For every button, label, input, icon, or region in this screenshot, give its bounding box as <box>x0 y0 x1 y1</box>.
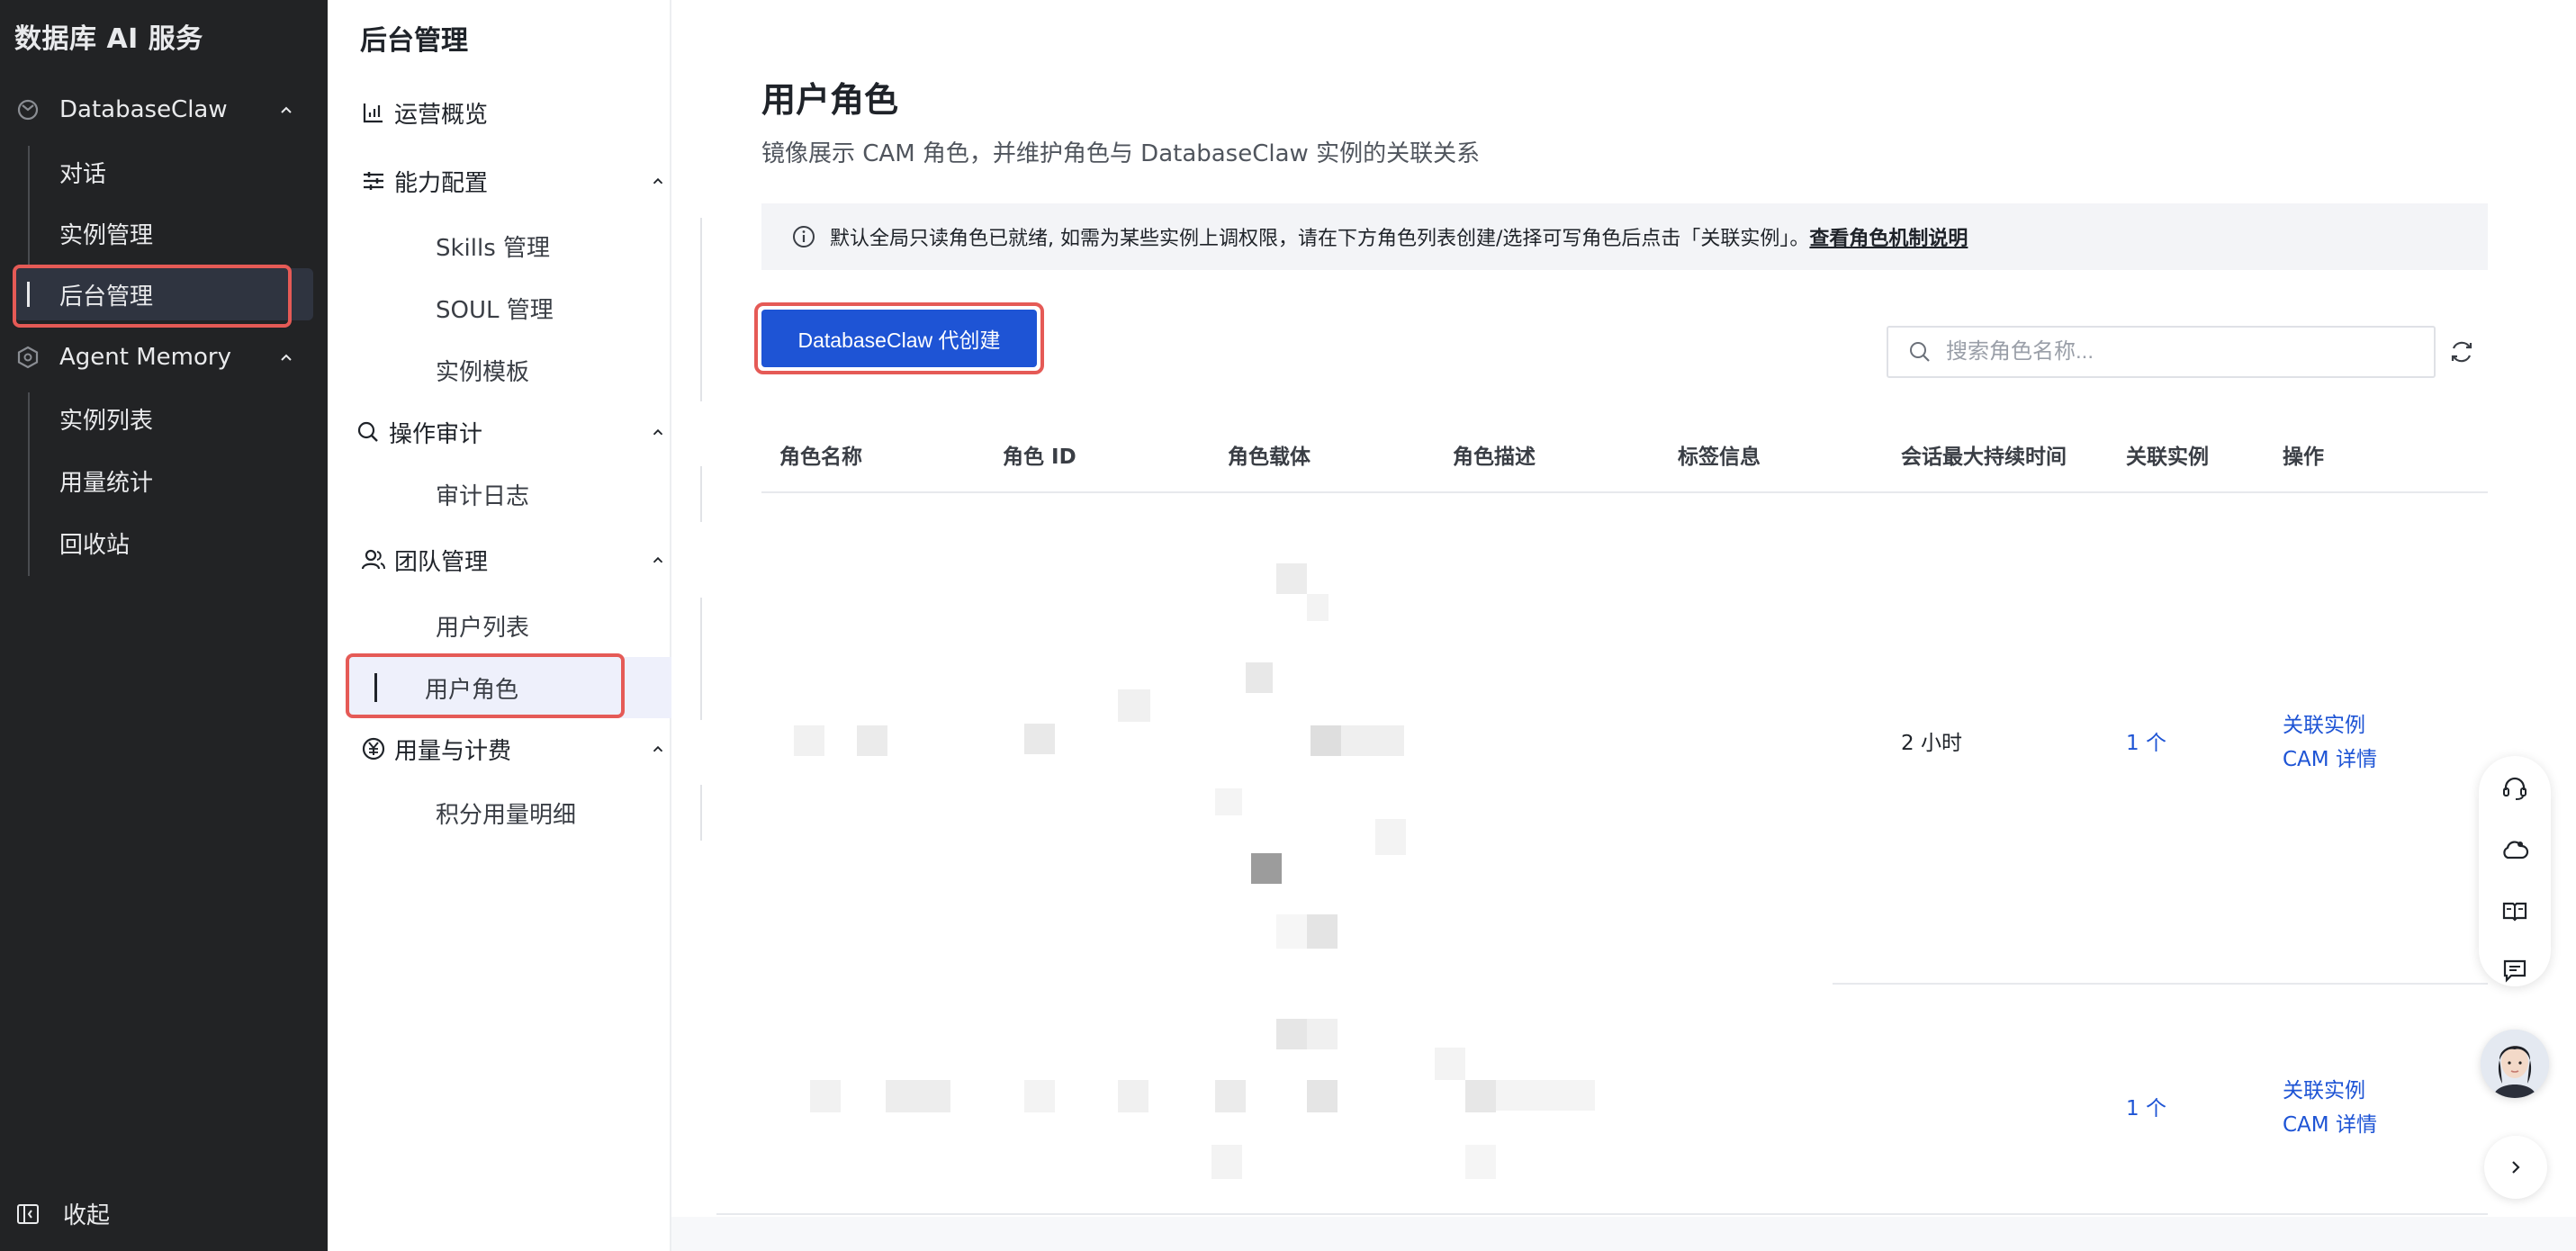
nav-item-audit-log[interactable]: 审计日志 <box>360 466 671 522</box>
sidebar-group-databaseclaw[interactable]: DatabaseClaw <box>0 84 328 136</box>
column-header: 角色 ID <box>1003 446 1076 469</box>
role-mechanism-link[interactable]: 查看角色机制说明 <box>1809 222 1968 251</box>
column-header: 角色载体 <box>1228 446 1311 469</box>
cam-details-action[interactable]: CAM 详情 <box>2283 1107 2377 1138</box>
secondary-nav-title: 后台管理 <box>360 25 468 57</box>
nav-item-label: 积分用量明细 <box>436 801 577 829</box>
horizontal-scrollbar[interactable] <box>671 1217 2576 1251</box>
column-header: 标签信息 <box>1678 446 1761 469</box>
chevron-right-icon <box>2512 1161 2520 1174</box>
sidebar-item-instance-management[interactable]: 实例管理 <box>14 207 313 259</box>
app-title: 数据库 AI 服务 <box>14 23 203 55</box>
collapse-label: 收起 <box>63 1202 111 1229</box>
cloud-icon[interactable] <box>2500 835 2529 864</box>
info-icon <box>793 226 815 248</box>
nav-group-team[interactable]: 团队管理 <box>360 536 666 584</box>
main-sidebar: 数据库 AI 服务 DatabaseClaw 对话 实例管理 后台管理 Agen… <box>0 0 328 1251</box>
sidebar-item-label: 对话 <box>59 160 107 188</box>
link-instance-action[interactable]: 关联实例 <box>2283 707 2365 738</box>
nav-group-label: 用量与计费 <box>394 737 512 765</box>
sliders-icon <box>364 172 383 190</box>
nav-group-label: 操作审计 <box>389 420 483 448</box>
nav-item-soul[interactable]: SOUL 管理 <box>360 280 671 336</box>
column-header: 关联实例 <box>2126 446 2209 469</box>
floating-toolbar <box>2479 756 2551 986</box>
chart-icon <box>363 104 383 123</box>
main-content: 用户角色 镜像展示 CAM 角色，并维护角色与 DatabaseClaw 实例的… <box>671 0 2576 1251</box>
session-duration: 2 小时 <box>1901 732 1962 755</box>
sidebar-item-label: 实例列表 <box>59 407 154 435</box>
table-header: 角色名称 角色 ID 角色载体 角色描述 标签信息 会话最大持续时间 关联实例 … <box>761 412 2488 493</box>
search-icon <box>357 421 378 442</box>
highlight-box <box>346 653 625 718</box>
row-divider <box>1833 983 2488 985</box>
sidebar-item-chat[interactable]: 对话 <box>14 146 313 198</box>
assistant-avatar[interactable] <box>2481 1030 2549 1098</box>
collapse-sidebar-button[interactable]: 收起 <box>14 1197 110 1230</box>
page-title: 用户角色 <box>761 80 899 120</box>
link-instance-action[interactable]: 关联实例 <box>2283 1073 2365 1103</box>
chevron-up-icon <box>653 177 663 184</box>
nav-item-label: 用户列表 <box>436 614 530 642</box>
page-description: 镜像展示 CAM 角色，并维护角色与 DatabaseClaw 实例的关联关系 <box>761 140 1481 167</box>
search-icon <box>1910 342 1930 362</box>
sidebar-group-label: Agent Memory <box>59 344 231 371</box>
sidebar-item-label: 回收站 <box>59 531 131 559</box>
linked-instances-link[interactable]: 1 个 <box>2126 725 2166 756</box>
sidebar-item-instance-list[interactable]: 实例列表 <box>14 392 313 445</box>
chevron-up-icon <box>653 556 663 563</box>
secondary-nav: 后台管理 运营概览 能力配置 Skills 管理 SOUL 管理 实例模板 操作… <box>328 0 702 1251</box>
database-claw-icon <box>17 99 39 121</box>
chevron-up-icon <box>281 106 292 113</box>
column-header: 角色名称 <box>779 446 862 469</box>
nav-item-skills[interactable]: Skills 管理 <box>360 218 671 274</box>
column-header: 角色描述 <box>1453 446 1536 469</box>
sidebar-group-label: DatabaseClaw <box>59 96 228 123</box>
chevron-up-icon <box>281 354 292 361</box>
yen-icon <box>362 737 385 760</box>
nav-item-user-list[interactable]: 用户列表 <box>360 598 671 653</box>
team-icon <box>361 549 385 570</box>
nav-item-overview[interactable]: 运营概览 <box>360 88 666 137</box>
row-divider <box>716 1213 2488 1215</box>
notice-text: 默认全局只读角色已就绪, 如需为某些实例上调权限，请在下方角色列表创建/选择可写… <box>830 228 1810 250</box>
chevron-up-icon <box>653 428 663 436</box>
linked-instances-link[interactable]: 1 个 <box>2126 1091 2166 1121</box>
nav-item-label: 审计日志 <box>436 482 530 510</box>
collapse-icon <box>17 1203 39 1224</box>
highlight-box <box>754 302 1044 374</box>
nav-item-instance-template[interactable]: 实例模板 <box>360 342 671 398</box>
nav-item-label: 实例模板 <box>436 358 530 386</box>
sidebar-item-label: 实例管理 <box>59 221 154 249</box>
refresh-icon[interactable] <box>2446 337 2477 367</box>
customer-service-icon[interactable] <box>2500 774 2529 803</box>
sidebar-item-recycle-bin[interactable]: 回收站 <box>14 517 313 569</box>
nav-group-billing[interactable]: 用量与计费 <box>360 724 666 773</box>
highlight-box <box>13 265 292 328</box>
cam-details-action[interactable]: CAM 详情 <box>2283 742 2377 772</box>
sidebar-group-agent-memory[interactable]: Agent Memory <box>0 331 328 383</box>
book-icon[interactable] <box>2500 896 2529 925</box>
feedback-icon[interactable] <box>2500 956 2529 985</box>
nav-item-credit-usage[interactable]: 积分用量明细 <box>360 785 671 841</box>
nav-group-capability-config[interactable]: 能力配置 <box>360 157 666 205</box>
column-header: 操作 <box>2283 446 2324 469</box>
nav-item-label: SOUL 管理 <box>436 296 554 324</box>
column-header: 会话最大持续时间 <box>1901 446 2067 469</box>
nav-group-audit[interactable]: 操作审计 <box>355 408 663 456</box>
expand-panel-button[interactable] <box>2484 1136 2547 1199</box>
sidebar-item-label: 用量统计 <box>59 469 154 497</box>
nav-label: 运营概览 <box>394 101 489 129</box>
info-notice: 默认全局只读角色已就绪, 如需为某些实例上调权限，请在下方角色列表创建/选择可写… <box>761 203 2488 270</box>
search-input[interactable] <box>1946 339 2414 364</box>
sidebar-item-usage-stats[interactable]: 用量统计 <box>14 454 313 507</box>
role-search[interactable] <box>1887 326 2436 378</box>
nav-item-label: Skills 管理 <box>436 234 551 262</box>
avatar-image <box>2481 1030 2549 1098</box>
agent-memory-icon <box>17 346 39 369</box>
chevron-up-icon <box>653 745 663 752</box>
nav-group-label: 能力配置 <box>394 169 489 197</box>
nav-group-label: 团队管理 <box>394 548 489 576</box>
